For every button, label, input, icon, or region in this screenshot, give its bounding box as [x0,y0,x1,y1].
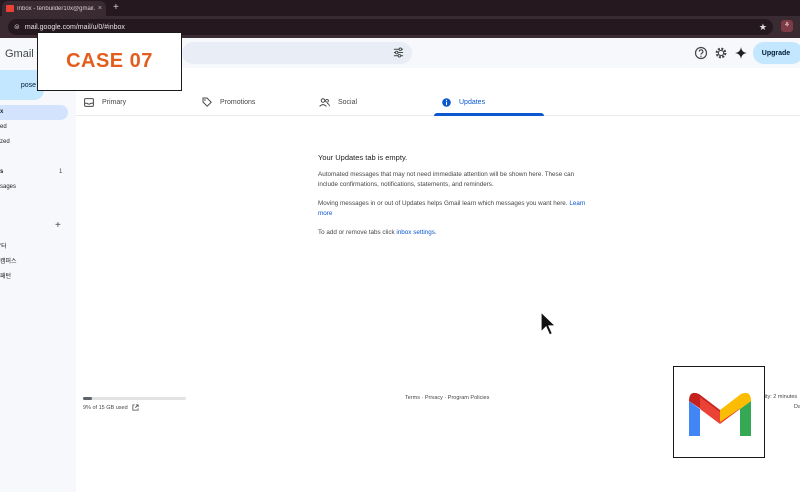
browser-tab-strip: Inbox - tenbuilder10x@gmail. × + [0,0,800,16]
search-bar[interactable] [182,42,412,64]
sidebar-item-messages[interactable]: sages [0,184,16,190]
mouse-cursor-icon [540,310,557,336]
empty-state: Your Updates tab is empty. Automated mes… [318,153,588,248]
settings-gear-icon[interactable] [714,46,728,60]
sidebar-item-snoozed[interactable]: zed [0,139,10,145]
inbox-settings-link[interactable]: inbox settings [396,229,435,236]
info-icon [442,97,451,107]
sidebar-item-starred[interactable]: ed [0,124,7,130]
search-options-icon[interactable] [393,47,404,58]
tab-social[interactable]: Social [311,88,421,116]
tag-icon [202,97,212,107]
sidebar-item-drafts-count: 1 [59,169,63,175]
category-tabs: Primary Promotions Social Updates [76,88,800,116]
add-label-icon[interactable]: + [55,221,61,231]
help-icon[interactable] [694,46,708,60]
tab-updates-label: Updates [459,98,486,106]
selected-tab-indicator [434,113,544,116]
extension-icon[interactable]: ⚘ [781,20,793,32]
upgrade-button[interactable]: Upgrade [753,42,800,64]
tab-primary[interactable]: Primary [76,88,186,116]
gemini-sparkle-icon[interactable] [734,46,748,60]
sidebar-item-label-1[interactable]: '터 [0,241,7,250]
storage-used-text: 9% of 15 GB used [83,404,128,411]
inbox-icon [84,97,94,107]
new-tab-button[interactable]: + [113,1,119,14]
details-link[interactable]: Da [794,404,800,410]
close-tab-icon[interactable]: × [98,5,102,12]
empty-state-title: Your Updates tab is empty. [318,153,408,162]
gmail-favicon-icon [6,5,14,12]
last-activity-text: vity: 2 minutes [762,394,798,400]
sidebar-item-drafts[interactable]: s [0,169,3,175]
tab-updates[interactable]: Updates [434,88,544,116]
sidebar-item-label-2[interactable]: 캠퍼스 [0,256,17,265]
url-text[interactable]: mail.google.com/mail/u/0/#inbox [25,24,754,31]
case-label: CASE 07 [37,32,182,91]
gmail-logo-badge [673,366,765,458]
tab-promotions[interactable]: Promotions [194,88,304,116]
gmail-m-logo-icon [689,392,751,436]
site-info-icon[interactable]: ⊜ [14,23,20,31]
sidebar-item-inbox[interactable]: x [0,109,3,115]
empty-state-settings-text: To add or remove tabs click inbox settin… [318,228,588,238]
gmail-logo[interactable]: Gmail [5,48,34,60]
tab-primary-label: Primary [102,98,127,106]
bookmark-star-icon[interactable]: ★ [759,22,767,33]
tab-promotions-label: Promotions [220,98,256,106]
people-icon [319,97,330,107]
open-in-new-icon[interactable] [132,404,139,411]
empty-state-description: Automated messages that may not need imm… [318,171,575,188]
browser-tab-title: Inbox - tenbuilder10x@gmail. [17,5,95,12]
inbox-settings-prefix: To add or remove tabs click [318,229,397,236]
storage-meter [83,397,186,400]
footer-links[interactable]: Terms · Privacy · Program Policies [405,395,489,401]
tab-social-label: Social [338,98,358,106]
inbox-settings-suffix: . [434,229,437,236]
storage-meter-fill [83,397,93,400]
learn-more-prefix: Moving messages in or out of Updates hel… [318,200,570,207]
storage-info: 9% of 15 GB used [83,404,139,411]
sidebar-item-inbox-highlight[interactable] [0,105,68,120]
browser-tab-inbox[interactable]: Inbox - tenbuilder10x@gmail. × [2,1,106,16]
empty-state-learn-text: Moving messages in or out of Updates hel… [318,199,588,218]
sidebar-item-label-3[interactable]: 패턴 [0,271,11,280]
